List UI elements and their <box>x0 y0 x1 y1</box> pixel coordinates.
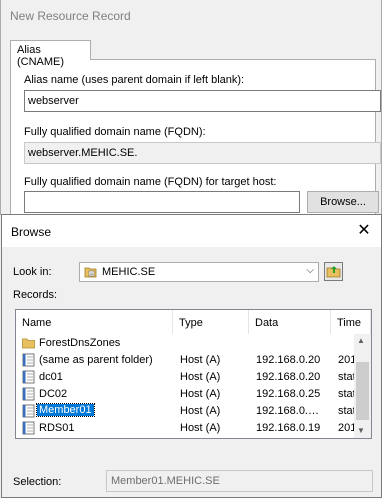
target-host-input[interactable] <box>24 191 300 213</box>
record-type: Host (A) <box>180 422 221 434</box>
browse-title-bar[interactable]: Browse ✕ <box>2 215 381 247</box>
scrollbar-thumb[interactable] <box>356 362 369 420</box>
records-label: Records: <box>13 289 58 301</box>
tab-alias-cname[interactable]: Alias (CNAME) <box>10 40 91 68</box>
column-header-type[interactable]: Type <box>173 310 249 334</box>
column-header-data[interactable]: Data <box>249 310 331 334</box>
record-data: 192.168.0.19 <box>256 422 321 434</box>
record-name: Member01 <box>36 403 95 417</box>
record-name: RDS01 <box>39 422 75 434</box>
record-data: 192.168.0.20 <box>256 354 321 366</box>
scroll-up-arrow-icon[interactable]: ▲ <box>357 336 365 345</box>
look-in-dropdown[interactable]: MEHIC.SE ⌵ <box>79 262 319 282</box>
records-list[interactable]: Name Type Data Time ForestDnsZones (same… <box>15 309 372 439</box>
list-item[interactable]: DC02 Host (A) 192.168.0.25 stat <box>16 386 356 403</box>
alias-name-input[interactable]: webserver <box>24 90 381 112</box>
column-header-time[interactable]: Time <box>331 310 371 334</box>
column-header-name[interactable]: Name <box>16 310 173 334</box>
up-one-level-button[interactable] <box>324 262 343 281</box>
folder-up-icon <box>326 266 341 278</box>
record-name: (same as parent folder) <box>39 354 153 366</box>
target-host-label: Fully qualified domain name (FQDN) for t… <box>24 176 277 188</box>
record-data: 192.168.0.20 <box>256 371 321 383</box>
tab-panel: Alias name (uses parent domain if left b… <box>10 59 381 219</box>
record-data: 192.168.0.25 <box>256 388 321 400</box>
record-type: Host (A) <box>180 388 221 400</box>
record-icon <box>22 421 35 435</box>
list-item[interactable]: ForestDnsZones <box>16 335 356 352</box>
record-icon <box>22 404 35 418</box>
dialog-title: New Resource Record <box>10 9 131 23</box>
record-type: Host (A) <box>180 354 221 366</box>
selection-field: Member01.MEHIC.SE <box>106 470 373 492</box>
record-icon <box>22 370 35 384</box>
close-icon[interactable]: ✕ <box>353 220 375 242</box>
look-in-label: Look in: <box>13 266 52 278</box>
list-item[interactable]: (same as parent folder) Host (A) 192.168… <box>16 352 356 369</box>
scroll-down-arrow-icon[interactable]: ▼ <box>357 426 365 435</box>
chevron-down-icon: ⌵ <box>306 265 314 276</box>
alias-name-label: Alias name (uses parent domain if left b… <box>24 74 245 86</box>
record-name: DC02 <box>39 388 68 400</box>
record-data: 192.168.0.… <box>256 405 319 417</box>
record-name: dc01 <box>39 371 63 383</box>
fqdn-field: webserver.MEHIC.SE. <box>24 142 381 164</box>
vertical-scrollbar[interactable]: ▲ ▼ <box>354 334 371 438</box>
folder-icon <box>22 338 35 349</box>
record-icon <box>22 353 35 367</box>
browse-button[interactable]: Browse... <box>307 191 379 213</box>
fqdn-label: Fully qualified domain name (FQDN): <box>24 126 206 138</box>
list-item-selected[interactable]: Member01 Host (A) 192.168.0.… stat <box>16 403 356 420</box>
new-resource-record-dialog: New Resource Record Alias (CNAME) Alias … <box>0 0 382 219</box>
zone-folder-icon <box>84 267 97 278</box>
record-type: Host (A) <box>180 405 221 417</box>
browse-title: Browse <box>11 225 52 239</box>
record-name: ForestDnsZones <box>39 337 121 349</box>
list-item[interactable]: RDS01 Host (A) 192.168.0.19 201 <box>16 420 356 437</box>
browse-dialog: Browse ✕ Look in: MEHIC.SE ⌵ Records: Na… <box>1 214 382 498</box>
record-icon <box>22 387 35 401</box>
selection-label: Selection: <box>13 476 62 488</box>
record-type: Host (A) <box>180 371 221 383</box>
look-in-value: MEHIC.SE <box>102 266 156 278</box>
list-item[interactable]: dc01 Host (A) 192.168.0.20 stat <box>16 369 356 386</box>
